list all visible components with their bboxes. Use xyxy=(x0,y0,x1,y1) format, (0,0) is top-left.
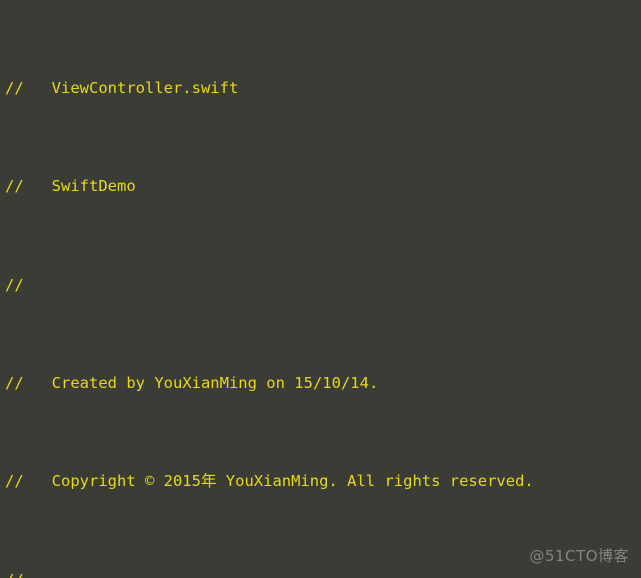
code-line: // xyxy=(5,568,534,578)
comment-slashes: // xyxy=(5,275,24,294)
code-content[interactable]: // ViewController.swift // SwiftDemo // … xyxy=(5,2,534,578)
code-line: // Copyright © 2015年 YouXianMing. All ri… xyxy=(5,469,534,494)
code-line: // ViewController.swift xyxy=(5,76,534,101)
code-line: // Created by YouXianMing on 15/10/14. xyxy=(5,371,534,396)
comment-text: ViewController.swift xyxy=(23,78,239,97)
comment-slashes: // xyxy=(5,373,24,392)
comment-slashes: // xyxy=(5,177,24,196)
code-editor[interactable]: // ViewController.swift // SwiftDemo // … xyxy=(0,0,641,578)
code-line: // xyxy=(5,273,534,298)
comment-slashes: // xyxy=(5,571,24,578)
comment-slashes: // xyxy=(5,472,24,491)
comment-text: SwiftDemo xyxy=(23,177,136,196)
comment-text: Created by YouXianMing on 15/10/14. xyxy=(23,373,379,392)
watermark: @51CTO博客 xyxy=(529,547,629,566)
comment-text: Copyright © 2015年 YouXianMing. All right… xyxy=(23,472,534,491)
code-line: // SwiftDemo xyxy=(5,174,534,199)
comment-slashes: // xyxy=(5,78,24,97)
